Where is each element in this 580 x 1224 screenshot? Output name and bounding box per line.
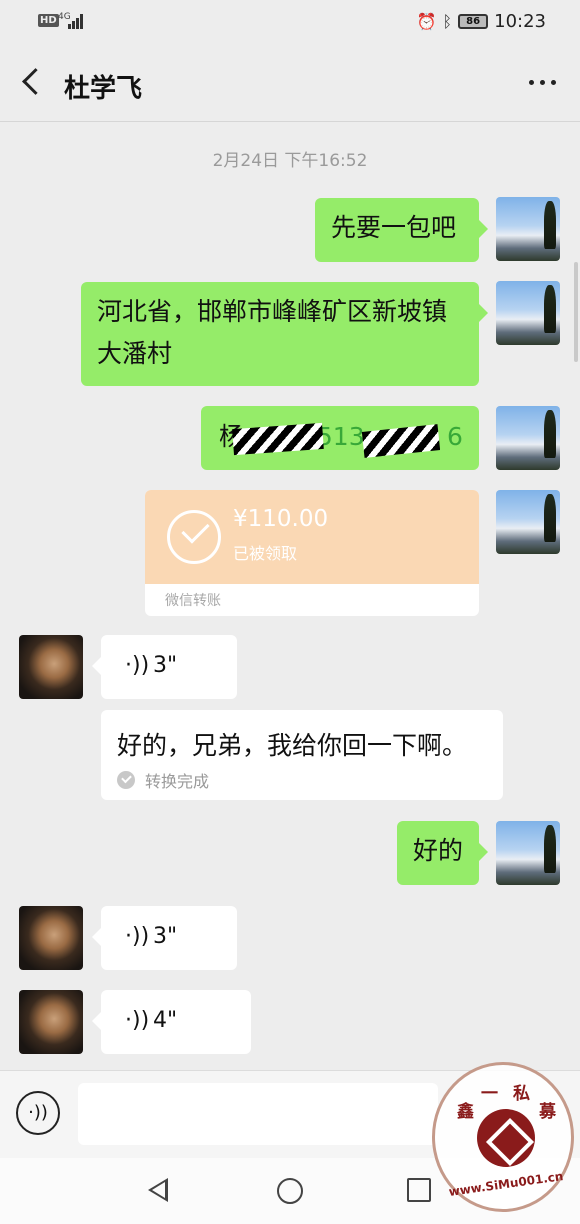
voice-input-icon[interactable]: ·)) xyxy=(16,1091,60,1135)
my-avatar[interactable] xyxy=(496,490,560,554)
check-icon xyxy=(117,771,135,789)
watermark-logo xyxy=(477,1109,535,1167)
voice-wave-icon: ·)) xyxy=(125,653,150,678)
chat-header: 杜学飞 xyxy=(0,46,580,122)
check-circle-icon xyxy=(167,510,221,564)
nav-recents-icon[interactable] xyxy=(407,1178,431,1202)
more-options-icon[interactable] xyxy=(529,80,556,85)
voice-duration: 4" xyxy=(153,1008,178,1033)
message-text-suffix: 6 xyxy=(447,422,463,451)
message-text-line: 大潘村 xyxy=(97,339,173,368)
transfer-label: 微信转账 xyxy=(165,593,221,609)
watermark-char: 一 xyxy=(481,1084,498,1104)
converted-text: 好的，兄弟，我给你回一下啊。 xyxy=(117,731,468,760)
message-text: 先要一包吧 xyxy=(331,213,457,242)
transfer-amount: ¥110.00 xyxy=(233,506,329,532)
nav-home-icon[interactable] xyxy=(277,1178,303,1204)
transfer-status: 已被领取 xyxy=(233,544,298,563)
voice-wave-icon: ·)) xyxy=(125,924,150,949)
message-bubble-sent[interactable]: 河北省，邯郸市峰峰矿区新坡镇 大潘村 xyxy=(81,282,488,386)
nav-back-icon[interactable] xyxy=(148,1178,168,1202)
conversion-status: 转换完成 xyxy=(145,772,210,791)
message-bubble-sent[interactable]: 先要一包吧 xyxy=(315,198,488,262)
my-avatar[interactable] xyxy=(496,406,560,470)
bluetooth-icon: ᛒ xyxy=(442,12,453,31)
back-arrow-icon[interactable] xyxy=(22,72,42,92)
alarm-icon: ⏰ xyxy=(416,12,437,31)
voice-message[interactable]: ·)) 3" xyxy=(92,635,237,699)
status-bar: HD 4G ⏰ ᛒ 86 10:23 xyxy=(0,0,580,46)
voice-duration: 3" xyxy=(153,653,178,678)
battery-icon: 86 xyxy=(458,14,489,29)
watermark-char: 鑫 xyxy=(457,1102,474,1122)
redaction-mark xyxy=(361,424,441,458)
voice-wave-icon: ·)) xyxy=(125,1008,150,1033)
message-text-line: 河北省，邯郸市峰峰矿区新坡镇 xyxy=(97,297,448,326)
watermark-char: 募 xyxy=(539,1102,556,1122)
message-bubble-sent[interactable]: 好的 xyxy=(397,821,488,885)
message-input[interactable] xyxy=(78,1083,438,1145)
scrollbar[interactable] xyxy=(574,262,578,362)
voice-duration: 3" xyxy=(153,924,178,949)
message-bubble-sent[interactable]: 杨 1513 6 xyxy=(201,406,479,470)
status-time: 10:23 xyxy=(494,11,546,32)
voice-to-text-bubble[interactable]: 好的，兄弟，我给你回一下啊。 转换完成 xyxy=(101,710,503,800)
contact-avatar[interactable] xyxy=(19,635,83,699)
wechat-transfer-card[interactable]: ¥110.00 已被领取 微信转账 xyxy=(145,490,479,616)
message-text: 好的 xyxy=(413,836,464,865)
voice-message[interactable]: ·)) 3" xyxy=(92,906,237,970)
voice-message[interactable]: ·)) 4" xyxy=(92,990,251,1054)
signal-icon xyxy=(68,13,86,29)
my-avatar[interactable] xyxy=(496,197,560,261)
watermark-stamp: 鑫 一 私 募 www.SiMu001.cn xyxy=(432,1062,574,1212)
chat-title: 杜学飞 xyxy=(64,74,143,104)
contact-avatar[interactable] xyxy=(19,906,83,970)
my-avatar[interactable] xyxy=(496,821,560,885)
hd-indicator: HD xyxy=(38,14,59,27)
message-timestamp: 2月24日 下午16:52 xyxy=(212,151,368,171)
contact-avatar[interactable] xyxy=(19,990,83,1054)
my-avatar[interactable] xyxy=(496,281,560,345)
watermark-char: 私 xyxy=(513,1084,530,1104)
